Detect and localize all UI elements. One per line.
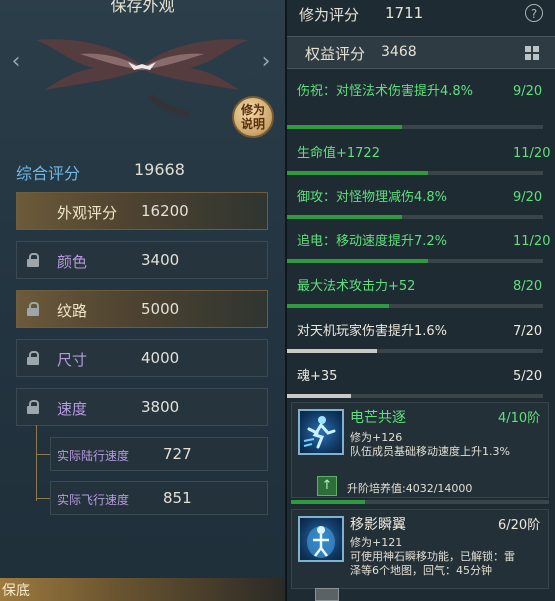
cultivation-explain-label: 修为说明 — [240, 103, 265, 131]
stat-name: 最大法术攻击力+52 — [297, 279, 416, 294]
attribute-row-color[interactable]: 颜色 3400 — [16, 241, 268, 279]
previous-appearance-arrow-icon[interactable]: ‹ — [4, 50, 28, 74]
stat-progress-bar — [287, 394, 543, 398]
stat-name: 追电：移动速度提升7.2% — [297, 234, 448, 249]
attribute-label: 外观评分 — [57, 204, 118, 222]
skill-name: 移影瞬翼 — [350, 517, 406, 533]
skill-detail: 泽等6个地图，回气：45分钟 — [350, 564, 492, 577]
stat-progress-bar — [287, 304, 543, 308]
total-score-label: 综合评分 — [16, 164, 81, 183]
stat-progress-bar — [287, 349, 543, 353]
rights-score-label: 权益评分 — [305, 45, 366, 63]
stat-count: 5/20 — [513, 369, 543, 384]
skill-level: 4/10阶 — [498, 411, 541, 426]
stat-count: 11/20 — [513, 234, 551, 249]
lock-icon[interactable] — [27, 253, 39, 267]
stat-count: 7/20 — [513, 324, 543, 339]
sub-attribute-label: 实际飞行速度 — [57, 493, 130, 507]
stat-progress-fill — [287, 171, 428, 175]
guarantee-tab[interactable]: 保底 — [0, 578, 285, 601]
stat-progress-fill — [287, 349, 377, 353]
rights-score-bar: 权益评分 3468 — [287, 36, 555, 69]
appearance-panel: 保存外观 ‹ › 修为说明 综合评分 19668 外观评分 16200 颜色 3… — [0, 0, 285, 601]
cultivation-header: 修为评分 1711 ? — [287, 0, 555, 30]
attribute-row-speed[interactable]: 速度 3800 — [16, 388, 268, 426]
lock-icon[interactable] — [27, 400, 39, 414]
stat-progress-bar — [287, 215, 543, 219]
stat-count: 9/20 — [513, 84, 543, 99]
cultivation-panel: 修为评分 1711 ? 权益评分 3468 伤祝：对怪法术伤害提升4.8% 9/… — [285, 0, 555, 601]
stat-count: 8/20 — [513, 279, 543, 294]
skill-card-shadow-blink[interactable]: 移影瞬翼 6/20阶 修为+121 可使用神石瞬移功能，已解锁：雷 泽等6个地图… — [291, 509, 549, 589]
stat-count: 11/20 — [513, 146, 551, 161]
grid-icon[interactable] — [525, 46, 539, 60]
skill-detail: 修为+126 — [350, 431, 403, 444]
upgrade-progress-bar — [291, 500, 549, 504]
next-skill-icon[interactable] — [315, 588, 339, 601]
lock-icon[interactable] — [27, 351, 39, 365]
help-icon[interactable]: ? — [525, 4, 543, 22]
running-figure-skill-icon — [298, 409, 344, 455]
skill-detail: 修为+121 — [350, 536, 403, 549]
stat-name: 御攻：对怪物理减伤4.8% — [297, 190, 448, 205]
attribute-value: 3800 — [141, 398, 180, 416]
tree-connector — [36, 498, 50, 499]
cultivation-score: 1711 — [385, 4, 424, 22]
stat-progress-bar — [287, 125, 543, 129]
stat-progress-fill — [287, 215, 403, 219]
skill-detail: 可使用神石瞬移功能，已解锁：雷 — [350, 550, 515, 563]
attribute-label: 颜色 — [57, 253, 88, 271]
attribute-label: 尺寸 — [57, 351, 88, 369]
sub-attribute-row-land-speed: 实际陆行速度 727 — [50, 437, 268, 471]
guarantee-tab-label: 保底 — [2, 583, 30, 599]
sub-attribute-row-flight-speed: 实际飞行速度 851 — [50, 481, 268, 515]
attribute-value: 4000 — [141, 349, 180, 367]
upgrade-progress-label: 升阶培养值:4032/14000 — [347, 482, 473, 495]
stat-name: 对天机玩家伤害提升1.6% — [297, 324, 448, 339]
stat-progress-bar — [287, 259, 543, 263]
tree-connector — [36, 425, 51, 501]
stat-name: 生命值+1722 — [297, 146, 380, 161]
cultivation-title: 修为评分 — [299, 6, 360, 24]
stat-count: 9/20 — [513, 190, 543, 205]
preview-title: 保存外观 — [110, 0, 175, 15]
skill-detail: 队伍成员基础移动速度上升1.3% — [350, 445, 510, 458]
rights-score-value: 3468 — [381, 44, 417, 60]
attribute-value: 3400 — [141, 251, 180, 269]
stat-progress-bar — [287, 171, 543, 175]
attribute-row-appearance-score[interactable]: 外观评分 16200 — [16, 192, 268, 230]
lock-icon[interactable] — [27, 302, 39, 316]
skill-level: 6/20阶 — [498, 518, 541, 533]
next-appearance-arrow-icon[interactable]: › — [254, 50, 278, 74]
stat-name: 魂+35 — [297, 369, 338, 384]
attribute-row-size[interactable]: 尺寸 4000 — [16, 339, 268, 377]
stat-progress-fill — [287, 304, 390, 308]
sub-attribute-label: 实际陆行速度 — [57, 449, 130, 463]
sub-attribute-value: 851 — [163, 489, 192, 507]
sub-attribute-value: 727 — [163, 445, 192, 463]
tree-connector — [36, 454, 50, 455]
cultivation-explain-button[interactable]: 修为说明 — [232, 96, 274, 138]
attribute-value: 16200 — [141, 202, 189, 220]
attribute-value: 5000 — [141, 300, 180, 318]
upgrade-progress-fill — [291, 500, 366, 504]
skill-name: 电芒共逐 — [350, 410, 406, 426]
upgrade-arrow-icon[interactable]: ↑ — [317, 476, 337, 496]
stat-progress-fill — [287, 394, 351, 398]
total-score-row: 综合评分 19668 — [16, 160, 266, 184]
stat-progress-fill — [287, 259, 428, 263]
stat-progress-fill — [287, 125, 403, 129]
attribute-label: 速度 — [57, 400, 88, 418]
attribute-row-pattern[interactable]: 纹路 5000 — [16, 290, 268, 328]
stat-name: 伤祝：对怪法术伤害提升4.8% — [297, 84, 474, 99]
total-score-value: 19668 — [134, 160, 185, 179]
attribute-label: 纹路 — [57, 302, 88, 320]
blink-portal-skill-icon — [298, 516, 344, 562]
